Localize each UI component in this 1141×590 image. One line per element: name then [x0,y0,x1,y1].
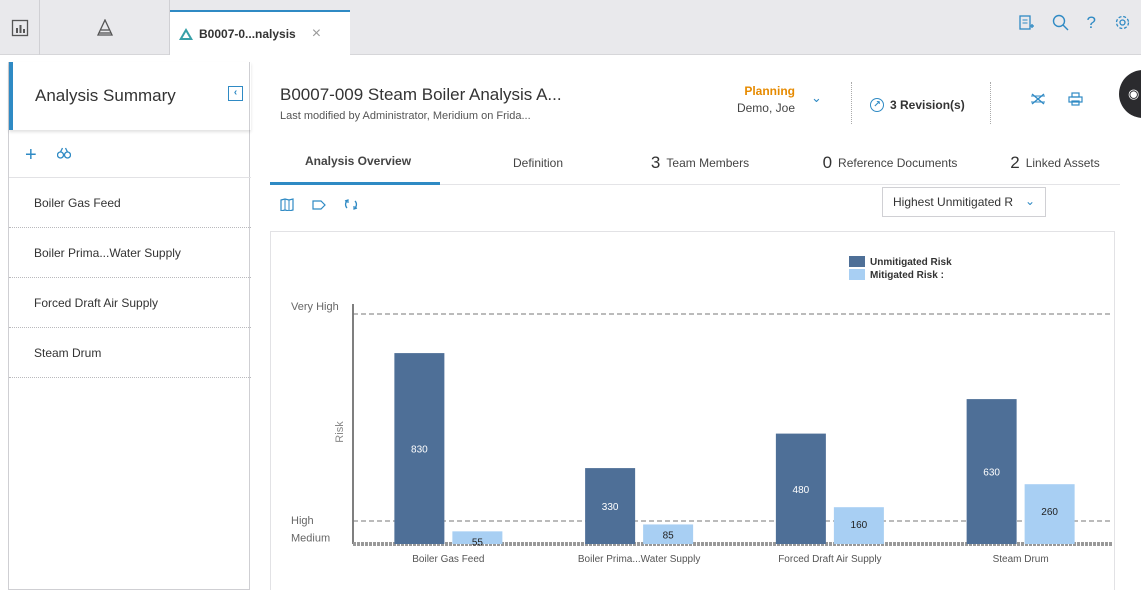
data-label: 830 [411,445,428,456]
app-window: B0007-0...nalysis × ? Analysis Summary ‹… [0,0,1141,590]
data-label: 55 [472,537,484,548]
data-label: 160 [851,520,868,531]
revision-icon: ↗ [870,98,884,112]
legend-label: Mitigated Risk : [870,270,944,281]
tab-count: 0 [822,152,833,172]
last-modified-text: Last modified by Administrator, Meridium… [280,110,531,122]
divider [990,82,991,124]
analysis-summary-panel: Analysis Summary ‹ + Boiler Gas Feed Boi… [8,62,251,590]
gear-icon[interactable] [1114,14,1131,36]
eye-icon: ◉ [1128,86,1140,101]
page-title: B0007-009 Steam Boiler Analysis A... [280,85,562,104]
x-tick-label: Boiler Prima...Water Supply [578,554,700,565]
tab-label: Definition [512,155,564,170]
threshold-label: Medium [291,532,330,544]
chart-toolbar [280,198,358,214]
sidebar-item-boiler-primary-water-supply[interactable]: Boiler Prima...Water Supply [9,228,251,278]
x-tick-label: Boiler Gas Feed [412,554,484,565]
analysis-tree-icon[interactable] [1030,92,1046,109]
data-label: 330 [602,502,619,513]
close-tab-icon[interactable]: × [312,25,321,43]
help-icon[interactable]: ? [1087,14,1096,36]
tab-label: Team Members [666,155,750,170]
print-icon[interactable] [1068,92,1083,109]
legend-swatch [849,256,865,267]
risk-bar-chart: Risk Very High High Medium 830 55 Boiler Gas … [291,256,1113,565]
panel-header: Analysis Summary ‹ [9,62,251,130]
tab-definition[interactable]: Definition [440,140,630,185]
sidebar-item-label: Steam Drum [34,345,102,360]
state-label: Planning [744,84,795,98]
sidebar-item-label: Boiler Prima...Water Supply [34,245,181,260]
data-label: 260 [1041,507,1058,518]
state-control[interactable]: Planning Demo, Joe [725,84,795,115]
data-label: 85 [663,530,675,541]
x-tick-label: Forced Draft Air Supply [778,554,881,565]
document-tab-label: B0007-0...nalysis [199,26,296,41]
clipboard-add-icon[interactable] [1018,14,1034,36]
data-label: 480 [793,485,810,496]
tab-reference-documents[interactable]: 0 Reference Documents [790,140,990,185]
panel-toolbar: + [9,132,251,178]
sort-value: Highest Unmitigated R [893,195,1014,209]
side-panel-toggle[interactable]: ◉ [1119,70,1141,118]
tab-linked-assets[interactable]: 2 Linked Assets [990,140,1120,185]
data-label: 630 [983,468,1000,479]
sidebar-item-label: Forced Draft Air Supply [34,295,159,310]
chevron-down-icon: ⌄ [1024,194,1035,208]
chevron-down-icon[interactable]: ⌄ [811,90,822,106]
tab-label: Linked Assets [1025,155,1100,170]
sidebar-item-steam-drum[interactable]: Steam Drum [9,328,251,378]
revisions-label: 3 Revision(s) [890,98,965,112]
tab-label: Reference Documents [838,155,958,170]
analysis-tabs: Analysis Overview Definition 3 Team Membe… [270,140,1120,185]
rca-triangle-icon [179,27,193,40]
sort-select[interactable]: Highest Unmitigated R ⌄ [882,187,1046,217]
map-icon[interactable] [280,198,294,214]
tab-label: Analysis Overview [304,154,412,168]
sidebar-item-boiler-gas-feed[interactable]: Boiler Gas Feed [9,178,251,228]
search-icon[interactable] [1052,14,1069,36]
tab-count: 3 [650,152,661,172]
top-right-toolbar: ? [1018,14,1131,36]
dashboard-icon [11,19,28,36]
tag-icon[interactable] [312,198,326,214]
legend-swatch [849,269,865,280]
home-tab[interactable] [0,0,40,55]
collapse-icon[interactable]: ‹ [228,86,243,101]
sidebar-item-forced-draft-air-supply[interactable]: Forced Draft Air Supply [9,278,251,328]
threshold-label: High [291,515,314,527]
legend-label: Unmitigated Risk [870,257,952,268]
panel-title: Analysis Summary [35,86,176,105]
y-axis-label: Risk [334,421,346,443]
sidebar-item-label: Boiler Gas Feed [34,195,121,210]
revisions-button[interactable]: ↗ 3 Revision(s) [870,98,965,112]
divider [851,82,852,124]
tab-team-members[interactable]: 3 Team Members [630,140,770,185]
asset-hierarchy-icon [96,18,113,36]
state-user: Demo, Joe [736,101,795,115]
header-actions [1030,92,1083,109]
document-tab[interactable]: B0007-0...nalysis × [170,10,350,55]
risk-chart-panel: Risk Very High High Medium 830 55 Boiler Gas … [270,231,1115,590]
asset-hierarchy-tab[interactable] [40,0,170,55]
tab-count: 2 [1010,152,1020,172]
tab-analysis-overview[interactable]: Analysis Overview [270,140,440,185]
threshold-label: Very High [291,301,339,313]
add-icon[interactable]: + [25,145,37,165]
top-tab-strip: B0007-0...nalysis × ? [0,0,1141,55]
find-icon[interactable] [56,146,71,164]
x-tick-label: Steam Drum [993,554,1049,565]
refresh-icon[interactable] [344,198,358,214]
